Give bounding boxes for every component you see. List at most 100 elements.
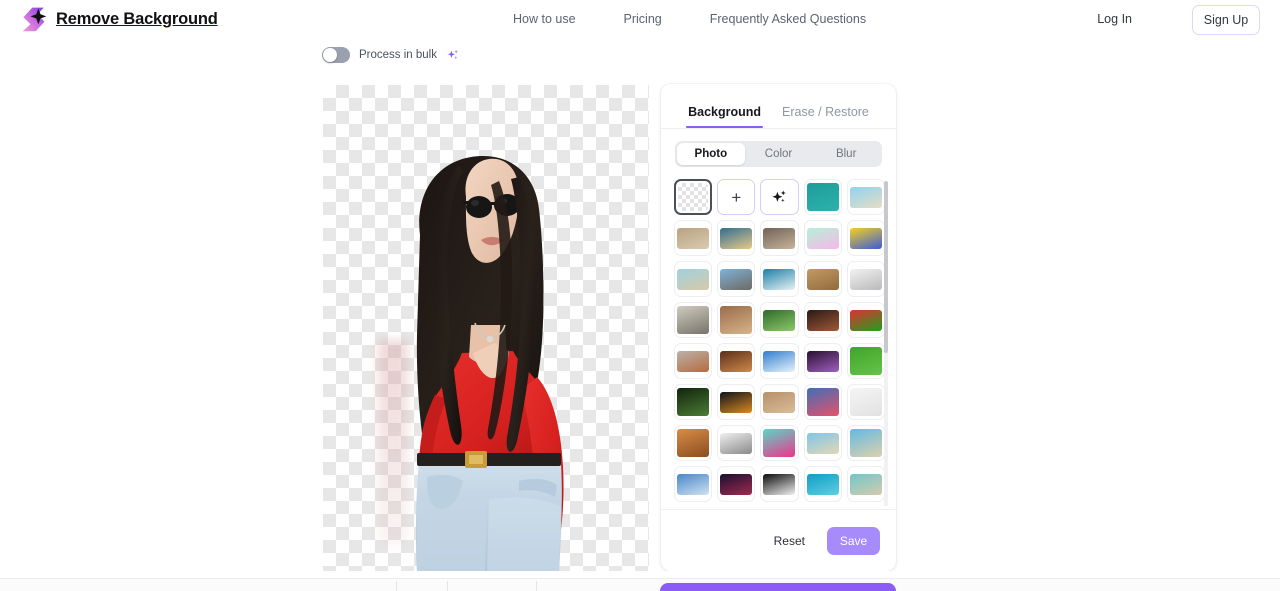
background-thumb-abstract-dark[interactable]: [717, 384, 756, 420]
background-thumb-upload[interactable]: +: [717, 179, 756, 215]
background-thumb-slot-canyon[interactable]: [717, 343, 756, 379]
thumb-image: [720, 391, 753, 413]
background-thumb-beach-palm[interactable]: [803, 425, 842, 461]
background-thumb-dark-jungle[interactable]: [674, 384, 713, 420]
signup-button[interactable]: Sign Up: [1192, 5, 1260, 35]
thumb-image: [677, 306, 710, 334]
background-thumbnail-scroll-area[interactable]: +: [661, 179, 896, 506]
background-thumb-blue-facade[interactable]: [760, 261, 799, 297]
background-thumb-transparent[interactable]: [674, 179, 713, 215]
sparkle-icon: [447, 49, 459, 60]
background-thumb-sunset-sky[interactable]: [717, 220, 756, 256]
background-thumb-ai-generate[interactable]: [760, 179, 799, 215]
background-thumb-white-texture[interactable]: [846, 384, 885, 420]
segment-photo[interactable]: Photo: [677, 143, 745, 165]
login-link[interactable]: Log In: [1097, 12, 1132, 26]
thumb-image: [720, 306, 753, 334]
background-thumb-pink-teal-abstract[interactable]: [760, 425, 799, 461]
save-button[interactable]: Save: [827, 526, 880, 555]
background-thumb-corridor[interactable]: [674, 302, 713, 338]
segment-blur[interactable]: Blur: [812, 143, 880, 165]
thumbnail-scrollbar[interactable]: [884, 181, 888, 506]
background-thumb-purple-flowers[interactable]: [803, 343, 842, 379]
brand-logo-link[interactable]: Remove Background: [20, 5, 218, 33]
thumb-image: [677, 227, 710, 249]
background-thumb-desert-dunes[interactable]: [674, 343, 713, 379]
process-in-bulk-toggle[interactable]: [322, 47, 350, 63]
plus-icon: +: [731, 187, 742, 207]
background-thumb-dark-canyon[interactable]: [803, 302, 842, 338]
background-thumb-desert-road[interactable]: [717, 261, 756, 297]
background-thumb-rainbow-stripes[interactable]: [846, 302, 885, 338]
toggle-knob: [323, 48, 337, 62]
background-thumb-orange-desert[interactable]: [674, 425, 713, 461]
thumb-image: [849, 429, 882, 457]
thumb-image: [806, 473, 839, 495]
segment-color[interactable]: Color: [745, 143, 813, 165]
thumb-image: [849, 268, 882, 290]
thumb-image: [763, 309, 796, 331]
tab-background[interactable]: Background: [686, 105, 763, 128]
thumb-image: [849, 347, 882, 375]
site-header: Remove Background How to use Pricing Fre…: [0, 0, 1280, 40]
background-thumb-white-architecture[interactable]: [846, 261, 885, 297]
background-thumb-dark-purple[interactable]: [717, 466, 756, 502]
reset-button[interactable]: Reset: [774, 534, 805, 548]
toolbar-separator: [536, 581, 537, 591]
main-nav: How to use Pricing Frequently Asked Ques…: [513, 12, 866, 26]
background-thumb-palm-beach[interactable]: [674, 261, 713, 297]
background-thumb-blue-sky[interactable]: [760, 343, 799, 379]
logo-sparkle-icon: [22, 7, 47, 32]
background-thumb-rainbow-gradient[interactable]: [846, 220, 885, 256]
background-thumb-pastel-gradient[interactable]: [803, 220, 842, 256]
background-thumb-beach-shore[interactable]: [846, 425, 885, 461]
background-thumb-teal-plants[interactable]: [803, 179, 842, 215]
nav-item-faq[interactable]: Frequently Asked Questions: [710, 12, 866, 26]
panel-tabs: Background Erase / Restore: [661, 84, 896, 129]
scrollbar-thumb[interactable]: [884, 181, 888, 353]
thumb-image: [763, 227, 796, 249]
thumb-image: [720, 350, 753, 372]
subject-image: [415, 156, 564, 573]
thumb-image: [849, 309, 882, 331]
bottom-toolbar: [0, 578, 1280, 591]
background-thumb-teal-beach[interactable]: [846, 466, 885, 502]
thumb-image: [806, 350, 839, 372]
thumb-image: [720, 227, 753, 249]
background-thumb-blue-gradient[interactable]: [674, 466, 713, 502]
background-thumb-gray-abstract[interactable]: [717, 425, 756, 461]
nav-item-how-to-use[interactable]: How to use: [513, 12, 576, 26]
background-thumb-black-white-peaks[interactable]: [760, 466, 799, 502]
background-thumb-wood-planks[interactable]: [803, 261, 842, 297]
thumb-image: [806, 183, 839, 211]
thumb-image: [849, 473, 882, 495]
background-thumb-canyon-road[interactable]: [717, 302, 756, 338]
background-type-segmented-control: Photo Color Blur: [675, 141, 882, 167]
background-thumb-brown-wall[interactable]: [760, 384, 799, 420]
thumb-image: [849, 388, 882, 416]
image-canvas[interactable]: [323, 85, 649, 573]
thumb-image: [677, 388, 710, 416]
download-button[interactable]: [660, 583, 896, 591]
background-thumb-ancient-ruins[interactable]: [674, 220, 713, 256]
thumb-image: [720, 473, 753, 495]
brand-name: Remove Background: [56, 9, 218, 28]
background-thumb-rock-arch[interactable]: [760, 220, 799, 256]
background-thumb-green-forest[interactable]: [760, 302, 799, 338]
thumb-image: [677, 268, 710, 290]
nav-item-pricing[interactable]: Pricing: [624, 12, 662, 26]
thumb-image: [806, 309, 839, 331]
background-thumb-pink-sunset[interactable]: [803, 384, 842, 420]
background-thumb-green-grass[interactable]: [846, 343, 885, 379]
thumb-image: [849, 186, 882, 208]
thumb-image: [677, 473, 710, 495]
background-thumb-tropical-beach[interactable]: [846, 179, 885, 215]
tab-erase-restore[interactable]: Erase / Restore: [780, 105, 871, 128]
thumb-image: [763, 350, 796, 372]
background-thumbnail-grid: +: [674, 179, 885, 502]
thumb-image: [763, 268, 796, 290]
process-in-bulk-row: Process in bulk: [322, 47, 460, 63]
process-in-bulk-label: Process in bulk: [359, 49, 437, 61]
background-thumb-turquoise-water[interactable]: [803, 466, 842, 502]
thumb-image: [677, 350, 710, 372]
